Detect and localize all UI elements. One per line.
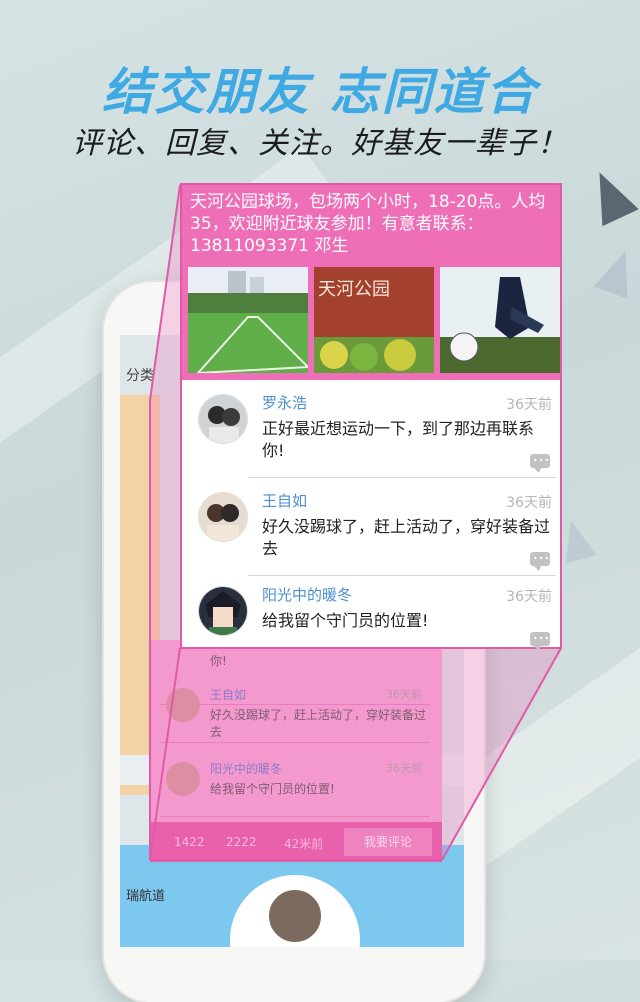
mini-comment-name: 王自如 xyxy=(210,688,247,702)
avatar xyxy=(166,688,200,722)
post-detail-card: 天河公园球场，包场两个小时，18-20点。人均35，欢迎附近球友参加！有意者联系… xyxy=(180,183,562,651)
decor-triangle xyxy=(581,163,639,227)
post-text: 天河公园球场，包场两个小时，18-20点。人均35，欢迎附近球友参加！有意者联系… xyxy=(190,192,546,256)
mini-comment-time: 36天前 xyxy=(386,688,422,701)
mini-comment-name: 阳光中的暖冬 xyxy=(210,762,283,776)
comment-item[interactable]: 王自如 36天前 好久没踢球了，赶上活动了，穿好装备过去 ••• xyxy=(196,480,556,576)
comment-author[interactable]: 罗永浩 xyxy=(262,392,307,413)
sign-text: 天河公园 xyxy=(318,279,390,300)
comment-author[interactable]: 王自如 xyxy=(262,490,307,511)
subheadline: 评论、回复、关注。好基友一辈子！ xyxy=(72,126,568,161)
comment-count: 2222 xyxy=(226,835,257,849)
comment-text: 正好最近想运动一下，到了那边再联系你! xyxy=(262,419,535,460)
tianhe-park-sign-photo[interactable]: 天河公园 xyxy=(314,267,434,373)
football-kick-photo[interactable] xyxy=(440,267,560,373)
like-count: 1422 xyxy=(174,835,205,849)
category-label[interactable]: 分类 xyxy=(126,365,154,385)
avatar[interactable] xyxy=(198,492,248,542)
post-header: 天河公园球场，包场两个小时，18-20点。人均35，欢迎附近球友参加！有意者联系… xyxy=(182,185,560,380)
comment-bubble-icon[interactable]: ••• xyxy=(530,632,550,651)
map-street-label: 瑞航道 xyxy=(126,889,166,904)
comment-text: 给我留个守门员的位置! xyxy=(262,611,429,630)
comment-item[interactable]: 阳光中的暖冬 36天前 给我留个守门员的位置! ••• xyxy=(196,578,556,651)
user-location-avatar[interactable] xyxy=(266,887,324,945)
football-field-photo[interactable] xyxy=(188,267,308,373)
headline: 结交朋友 志同道合 xyxy=(102,63,538,121)
write-comment-button[interactable]: 我要评论 xyxy=(344,828,432,856)
list-item: 阳光中的暖冬 给我留个守门员的位置! 36天前 xyxy=(160,752,430,817)
avatar xyxy=(166,762,200,796)
comment-time: 36天前 xyxy=(506,589,552,605)
mini-comment-time: 36天前 xyxy=(386,762,422,775)
mini-comment-text: 你! xyxy=(210,654,227,668)
divider xyxy=(248,575,556,576)
list-item: 王自如 好久没踢球了，赶上活动了，穿好装备过去 36天前 xyxy=(160,678,430,743)
avatar[interactable] xyxy=(198,586,248,636)
comment-text: 好久没踢球了，赶上活动了，穿好装备过去 xyxy=(262,517,551,558)
distance-label: 42米前 xyxy=(284,837,324,851)
avatar[interactable] xyxy=(198,394,248,444)
comment-item[interactable]: 罗永浩 36天前 正好最近想运动一下，到了那边再联系你! ••• xyxy=(196,382,556,478)
comment-bubble-icon[interactable]: ••• xyxy=(530,454,550,473)
post-footer-bar: 1422 2222 42米前 我要评论 xyxy=(150,822,442,862)
mini-comment-text: 给我留个守门员的位置! xyxy=(210,782,335,796)
comment-author[interactable]: 阳光中的暖冬 xyxy=(262,584,352,605)
comment-bubble-icon[interactable]: ••• xyxy=(530,552,550,571)
divider xyxy=(248,477,556,478)
decor-triangle xyxy=(593,245,640,299)
comment-time: 36天前 xyxy=(506,495,552,511)
mini-comment-text: 好久没踢球了，赶上活动了，穿好装备过去 xyxy=(210,708,427,739)
comment-time: 36天前 xyxy=(506,397,552,413)
